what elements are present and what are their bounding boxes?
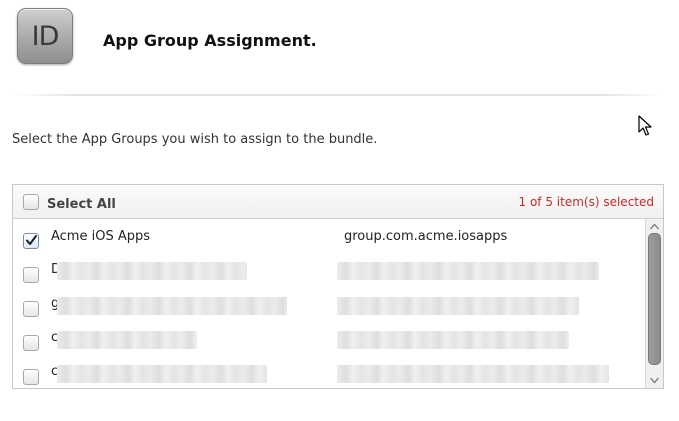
row-checkbox[interactable]	[23, 267, 39, 283]
list-item[interactable]: c	[13, 321, 645, 355]
select-all-checkbox[interactable]	[23, 194, 39, 210]
page-title: App Group Assignment.	[103, 31, 317, 50]
redacted-name	[57, 297, 287, 315]
chevron-down-icon[interactable]	[649, 376, 660, 385]
redacted-name	[57, 262, 247, 280]
scrollbar-thumb[interactable]	[648, 233, 661, 365]
row-checkbox[interactable]	[23, 233, 39, 249]
list-item[interactable]: D	[13, 253, 645, 287]
selected-count-text: 1 of 5 item(s) selected	[518, 195, 654, 209]
row-checkbox[interactable]	[23, 335, 39, 351]
redacted-name	[57, 331, 197, 349]
redacted-identifier	[337, 331, 569, 349]
list-item[interactable]: g	[13, 287, 645, 321]
redacted-name	[57, 365, 267, 383]
app-groups-list: Acme iOS Apps group.com.acme.iosapps D g…	[13, 219, 645, 388]
mouse-pointer-icon	[638, 115, 652, 136]
select-all-label[interactable]: Select All	[47, 197, 116, 212]
list-item[interactable]: Acme iOS Apps group.com.acme.iosapps	[13, 219, 645, 253]
panel-header: Select All 1 of 5 item(s) selected	[13, 185, 663, 219]
row-name: Acme iOS Apps	[51, 229, 151, 244]
redacted-identifier	[337, 262, 599, 280]
app-groups-panel: Select All 1 of 5 item(s) selected Acme …	[12, 184, 664, 389]
row-checkbox[interactable]	[23, 369, 39, 385]
instructions-text: Select the App Groups you wish to assign…	[12, 132, 378, 147]
redacted-identifier	[337, 297, 579, 315]
id-badge-icon: ID	[17, 8, 73, 64]
chevron-up-icon[interactable]	[649, 222, 660, 231]
header-divider	[14, 94, 664, 96]
list-scrollbar[interactable]	[645, 219, 663, 388]
row-identifier: group.com.acme.iosapps	[344, 229, 508, 244]
row-checkbox[interactable]	[23, 301, 39, 317]
checkmark-icon	[26, 235, 37, 245]
list-item[interactable]: c	[13, 355, 645, 388]
redacted-identifier	[337, 365, 609, 383]
